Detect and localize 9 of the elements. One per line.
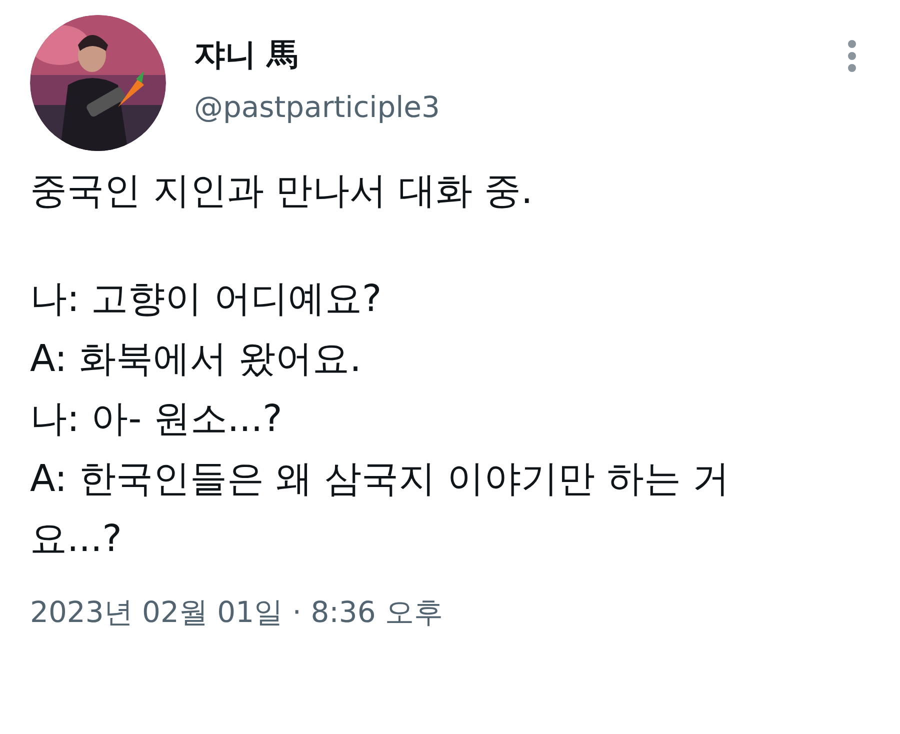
tweet-text-line: 나: 아- 원소...? bbox=[30, 396, 284, 442]
tweet-text-line: A: 한국인들은 왜 삼국지 이야기만 하는 거요...? bbox=[30, 456, 731, 562]
tweet-text-line: 중국인 지인과 만나서 대화 중. bbox=[30, 168, 534, 214]
tweet-text-line: A: 화북에서 왔어요. bbox=[30, 336, 362, 382]
tweet-timestamp: 2023년 02월 01일 · 8:36 오후 bbox=[30, 595, 444, 629]
tweet-text-line: 나: 고향이 어디예요? bbox=[30, 276, 383, 322]
more-icon bbox=[847, 39, 857, 73]
author-name: 쟈니 馬 bbox=[194, 36, 299, 75]
author-handle: @pastparticiple3 bbox=[194, 89, 440, 125]
